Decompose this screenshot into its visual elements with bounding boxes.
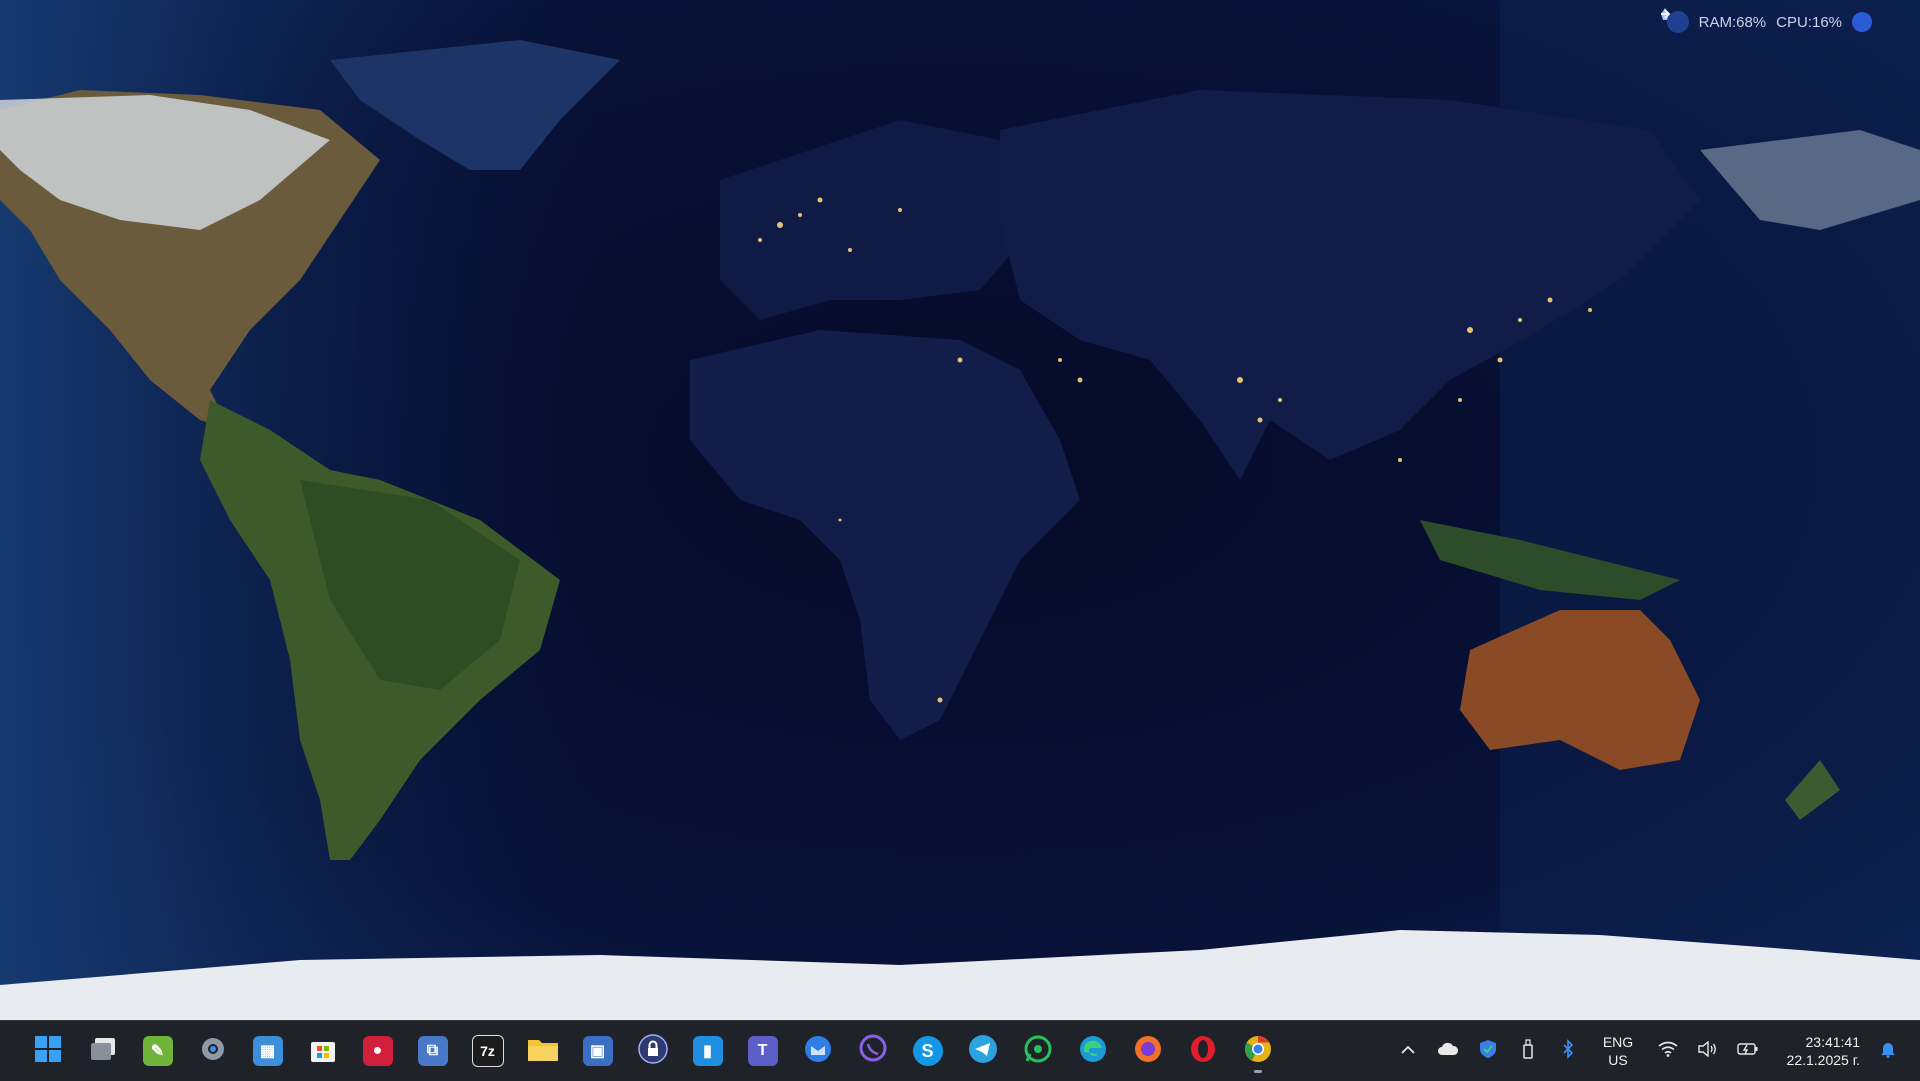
bluetooth-icon bbox=[1562, 1038, 1574, 1064]
clock-time: 23:41:41 bbox=[1805, 1034, 1861, 1050]
input-language-indicator[interactable]: ENG US bbox=[1588, 1033, 1648, 1069]
windows-logo-icon bbox=[34, 1035, 62, 1068]
store-bag-icon bbox=[308, 1034, 338, 1069]
microsoft-store-button[interactable] bbox=[295, 1027, 350, 1075]
shield-icon bbox=[1479, 1039, 1497, 1064]
lock-icon bbox=[637, 1033, 668, 1069]
opera-button[interactable] bbox=[1175, 1027, 1230, 1075]
speaker-icon bbox=[1698, 1040, 1718, 1062]
control-panel-icon: ▦ bbox=[252, 1036, 283, 1066]
notepad-icon: ✎ bbox=[142, 1036, 173, 1066]
clock-date: 22.1.2025 г. bbox=[1786, 1052, 1860, 1068]
teams-icon: T bbox=[747, 1036, 778, 1066]
control-panel-button[interactable]: ▦ bbox=[240, 1027, 295, 1075]
start-button[interactable] bbox=[20, 1027, 75, 1075]
gear-icon bbox=[198, 1034, 228, 1069]
notifications-button[interactable] bbox=[1868, 1031, 1908, 1071]
edge-icon bbox=[1078, 1034, 1108, 1069]
whatsapp-icon bbox=[1023, 1034, 1053, 1069]
teams-button[interactable]: T bbox=[735, 1027, 790, 1075]
taskbar: ✎ ▦ ● ⧉ 7z ▣ ▮ T S ENG US 23:41:41 22.1.… bbox=[0, 1020, 1920, 1081]
remote-desktop-icon: ▣ bbox=[582, 1036, 613, 1066]
windows-app-button[interactable]: ▮ bbox=[680, 1027, 735, 1075]
firefox-icon bbox=[1133, 1034, 1163, 1069]
keyboard-layout: US bbox=[1608, 1052, 1628, 1068]
desktop-wallpaper: RAM:68% CPU:16% bbox=[0, 0, 1920, 1020]
thunderbird-button[interactable] bbox=[790, 1027, 845, 1075]
taskbar-apps: ✎ ▦ ● ⧉ 7z ▣ ▮ T S bbox=[0, 1021, 1285, 1081]
skype-button[interactable]: S bbox=[900, 1027, 955, 1075]
network-tool-button[interactable]: ⧉ bbox=[405, 1027, 460, 1075]
mail-bird-icon bbox=[803, 1034, 833, 1069]
system-tray: ENG US 23:41:41 22.1.2025 г. bbox=[1388, 1021, 1920, 1081]
task-view-icon bbox=[89, 1035, 117, 1068]
show-hidden-icons-button[interactable] bbox=[1388, 1031, 1428, 1071]
windows-security-button[interactable] bbox=[1468, 1031, 1508, 1071]
cpu-usage: CPU:16% bbox=[1776, 13, 1842, 31]
battery-button[interactable] bbox=[1728, 1031, 1768, 1071]
password-manager-button[interactable] bbox=[625, 1027, 680, 1075]
chrome-icon bbox=[1243, 1034, 1273, 1069]
chrome-button[interactable] bbox=[1230, 1027, 1285, 1075]
remote-desktop-button[interactable]: ▣ bbox=[570, 1027, 625, 1075]
task-view-button[interactable] bbox=[75, 1027, 130, 1075]
whatsapp-button[interactable] bbox=[1010, 1027, 1065, 1075]
cloud-icon bbox=[1437, 1042, 1459, 1061]
settings-button[interactable] bbox=[185, 1027, 240, 1075]
network-button[interactable] bbox=[1648, 1031, 1688, 1071]
ram-usage: RAM:68% bbox=[1698, 13, 1767, 31]
arrow-right-icon[interactable] bbox=[1660, 9, 1872, 32]
onedrive-button[interactable] bbox=[1428, 1031, 1468, 1071]
window-icon: ▮ bbox=[692, 1036, 723, 1066]
screen-recorder-button[interactable]: ● bbox=[350, 1027, 405, 1075]
folder-icon bbox=[527, 1035, 559, 1068]
edge-button[interactable] bbox=[1065, 1027, 1120, 1075]
language-code: ENG bbox=[1602, 1034, 1634, 1050]
viber-button[interactable] bbox=[845, 1027, 900, 1075]
chevron-up-icon bbox=[1401, 1042, 1415, 1060]
bell-icon bbox=[1880, 1040, 1896, 1063]
usb-device-button[interactable] bbox=[1508, 1031, 1548, 1071]
7zip-button[interactable]: 7z bbox=[460, 1027, 515, 1075]
system-monitor-widget[interactable]: RAM:68% CPU:16% bbox=[1659, 8, 1880, 36]
usb-icon bbox=[1522, 1038, 1534, 1064]
volume-button[interactable] bbox=[1688, 1031, 1728, 1071]
telegram-button[interactable] bbox=[955, 1027, 1010, 1075]
network-icon: ⧉ bbox=[417, 1036, 448, 1066]
notepad-plus-button[interactable]: ✎ bbox=[130, 1027, 185, 1075]
wifi-icon bbox=[1658, 1041, 1678, 1062]
clock[interactable]: 23:41:41 22.1.2025 г. bbox=[1768, 1033, 1868, 1069]
7zip-icon: 7z bbox=[471, 1035, 504, 1067]
bluetooth-button[interactable] bbox=[1548, 1031, 1588, 1071]
battery-charging-icon bbox=[1737, 1042, 1759, 1061]
firefox-button[interactable] bbox=[1120, 1027, 1175, 1075]
record-icon: ● bbox=[362, 1036, 393, 1066]
world-map-wallpaper bbox=[0, 0, 1920, 1020]
telegram-plane-icon bbox=[968, 1034, 998, 1069]
viber-icon bbox=[858, 1034, 888, 1069]
file-explorer-button[interactable] bbox=[515, 1027, 570, 1075]
skype-icon: S bbox=[912, 1036, 943, 1066]
opera-icon bbox=[1188, 1034, 1218, 1069]
